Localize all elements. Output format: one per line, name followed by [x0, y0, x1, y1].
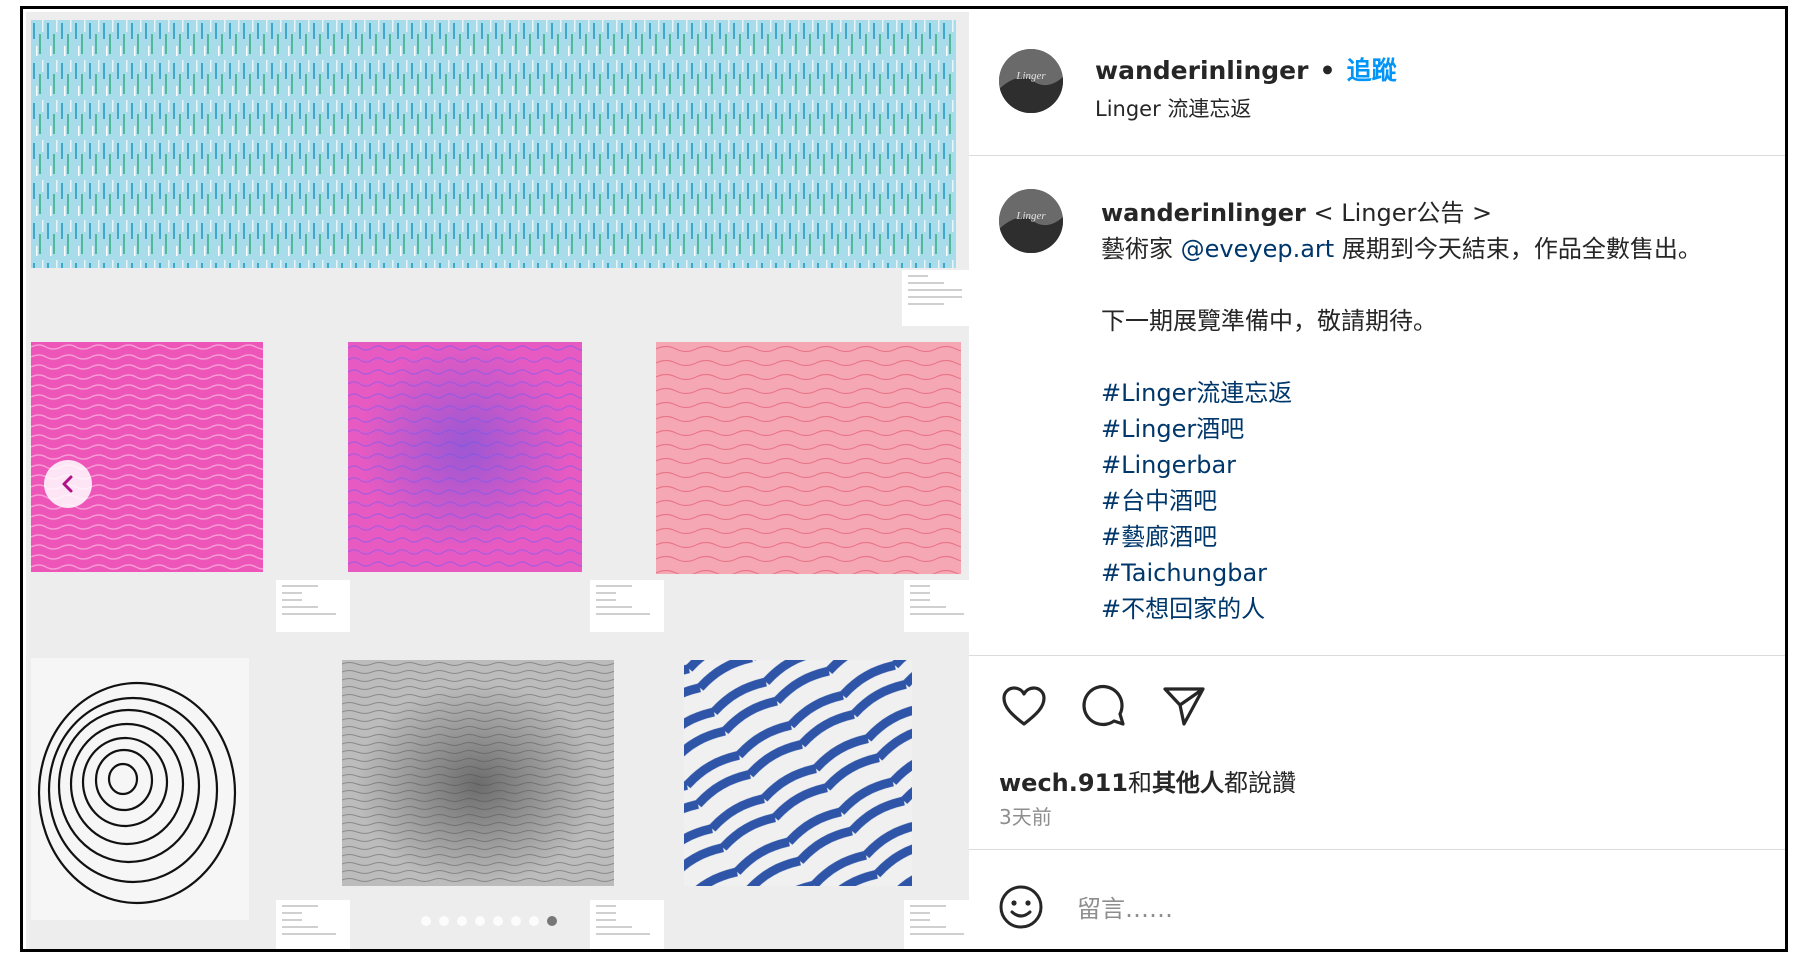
- post-timestamp[interactable]: 3天前: [999, 801, 1052, 830]
- comment-bar: [997, 883, 1679, 935]
- mention-link[interactable]: @eveyep.art: [1181, 235, 1335, 263]
- artwork-label-card: [904, 580, 969, 632]
- artwork-label-card: [590, 900, 664, 949]
- chevron-left-icon: [62, 475, 73, 493]
- separator-dot: •: [1319, 56, 1336, 85]
- carousel-dot[interactable]: [421, 916, 431, 926]
- emoji-icon: [999, 885, 1043, 929]
- artwork-pink-1: [31, 342, 263, 572]
- carousel-dot[interactable]: [511, 916, 521, 926]
- share-icon: [1163, 687, 1205, 726]
- emoji-button[interactable]: [997, 883, 1045, 935]
- hashtag-link[interactable]: #台中酒吧: [1101, 483, 1771, 519]
- avatar-logo-text: Linger: [1015, 70, 1046, 82]
- follow-button[interactable]: 追蹤: [1347, 56, 1397, 85]
- divider: [969, 655, 1785, 656]
- divider: [969, 849, 1785, 850]
- heart-icon: [1002, 686, 1046, 726]
- action-bar: [999, 681, 1209, 731]
- caption-avatar[interactable]: Linger: [999, 189, 1063, 253]
- artwork-label-card: [902, 270, 969, 326]
- caption-text: 下一期展覽準備中，敬請期待。: [1101, 307, 1437, 335]
- post-header: Linger wanderinlinger • 追蹤 Linger 流連忘返: [969, 9, 1785, 156]
- carousel-dot[interactable]: [529, 916, 539, 926]
- comment-icon: [1082, 684, 1125, 727]
- caption-text: 展期到今天結束，作品全數售出。: [1334, 235, 1702, 263]
- previous-button[interactable]: [44, 460, 92, 508]
- caption-title: < Linger公告 >: [1305, 199, 1493, 227]
- artwork-blue-feathers: [684, 660, 912, 886]
- carousel-dot[interactable]: [475, 916, 485, 926]
- caption-text: 藝術家: [1101, 235, 1181, 263]
- post-caption: wanderinlinger < Linger公告 > 藝術家 @eveyep.…: [1101, 195, 1771, 627]
- avatar[interactable]: Linger: [999, 49, 1063, 113]
- carousel-dot[interactable]: [493, 916, 503, 926]
- carousel-dot-active[interactable]: [547, 916, 557, 926]
- profile-subtitle: Linger 流連忘返: [1095, 97, 1252, 121]
- likes-summary[interactable]: wech.911和其他人都說讚: [999, 763, 1296, 798]
- comment-button[interactable]: [1079, 681, 1129, 731]
- artwork-label-card: [276, 580, 350, 632]
- caption-username[interactable]: wanderinlinger: [1101, 199, 1306, 227]
- likes-text: 和: [1127, 769, 1152, 797]
- artwork-label-card: [590, 580, 664, 632]
- artwork-spiral: [31, 658, 249, 920]
- carousel-dot[interactable]: [457, 916, 467, 926]
- artwork-label-card: [904, 900, 969, 949]
- artwork-pink-2: [348, 342, 582, 572]
- avatar-logo-text: Linger: [1015, 210, 1046, 222]
- carousel-indicator: [421, 916, 557, 926]
- hashtag-link[interactable]: #Linger酒吧: [1101, 411, 1771, 447]
- artwork-label-card: [276, 900, 350, 949]
- hashtag-link[interactable]: #不想回家的人: [1101, 591, 1771, 627]
- artwork-peach: [656, 342, 961, 574]
- share-button[interactable]: [1159, 681, 1209, 731]
- comment-input[interactable]: [1075, 894, 1679, 924]
- artwork-blue: [31, 20, 956, 268]
- hashtag-link[interactable]: #Linger流連忘返: [1101, 375, 1771, 411]
- carousel-dot[interactable]: [439, 916, 449, 926]
- post-window: Linger wanderinlinger • 追蹤 Linger 流連忘返 L…: [20, 6, 1788, 952]
- username-link[interactable]: wanderinlinger: [1095, 56, 1308, 85]
- likes-text: 都說讚: [1223, 769, 1296, 797]
- artwork-gray: [342, 660, 614, 886]
- post-side-panel: Linger wanderinlinger • 追蹤 Linger 流連忘返 L…: [969, 9, 1785, 949]
- like-button[interactable]: [999, 681, 1049, 731]
- post-image[interactable]: [26, 12, 969, 949]
- hashtag-link[interactable]: #Lingerbar: [1101, 447, 1771, 483]
- hashtag-link[interactable]: #藝廊酒吧: [1101, 519, 1771, 555]
- hashtag-link[interactable]: #Taichungbar: [1101, 555, 1771, 591]
- likes-others[interactable]: 其他人: [1152, 769, 1224, 797]
- liker-username[interactable]: wech.911: [999, 769, 1128, 797]
